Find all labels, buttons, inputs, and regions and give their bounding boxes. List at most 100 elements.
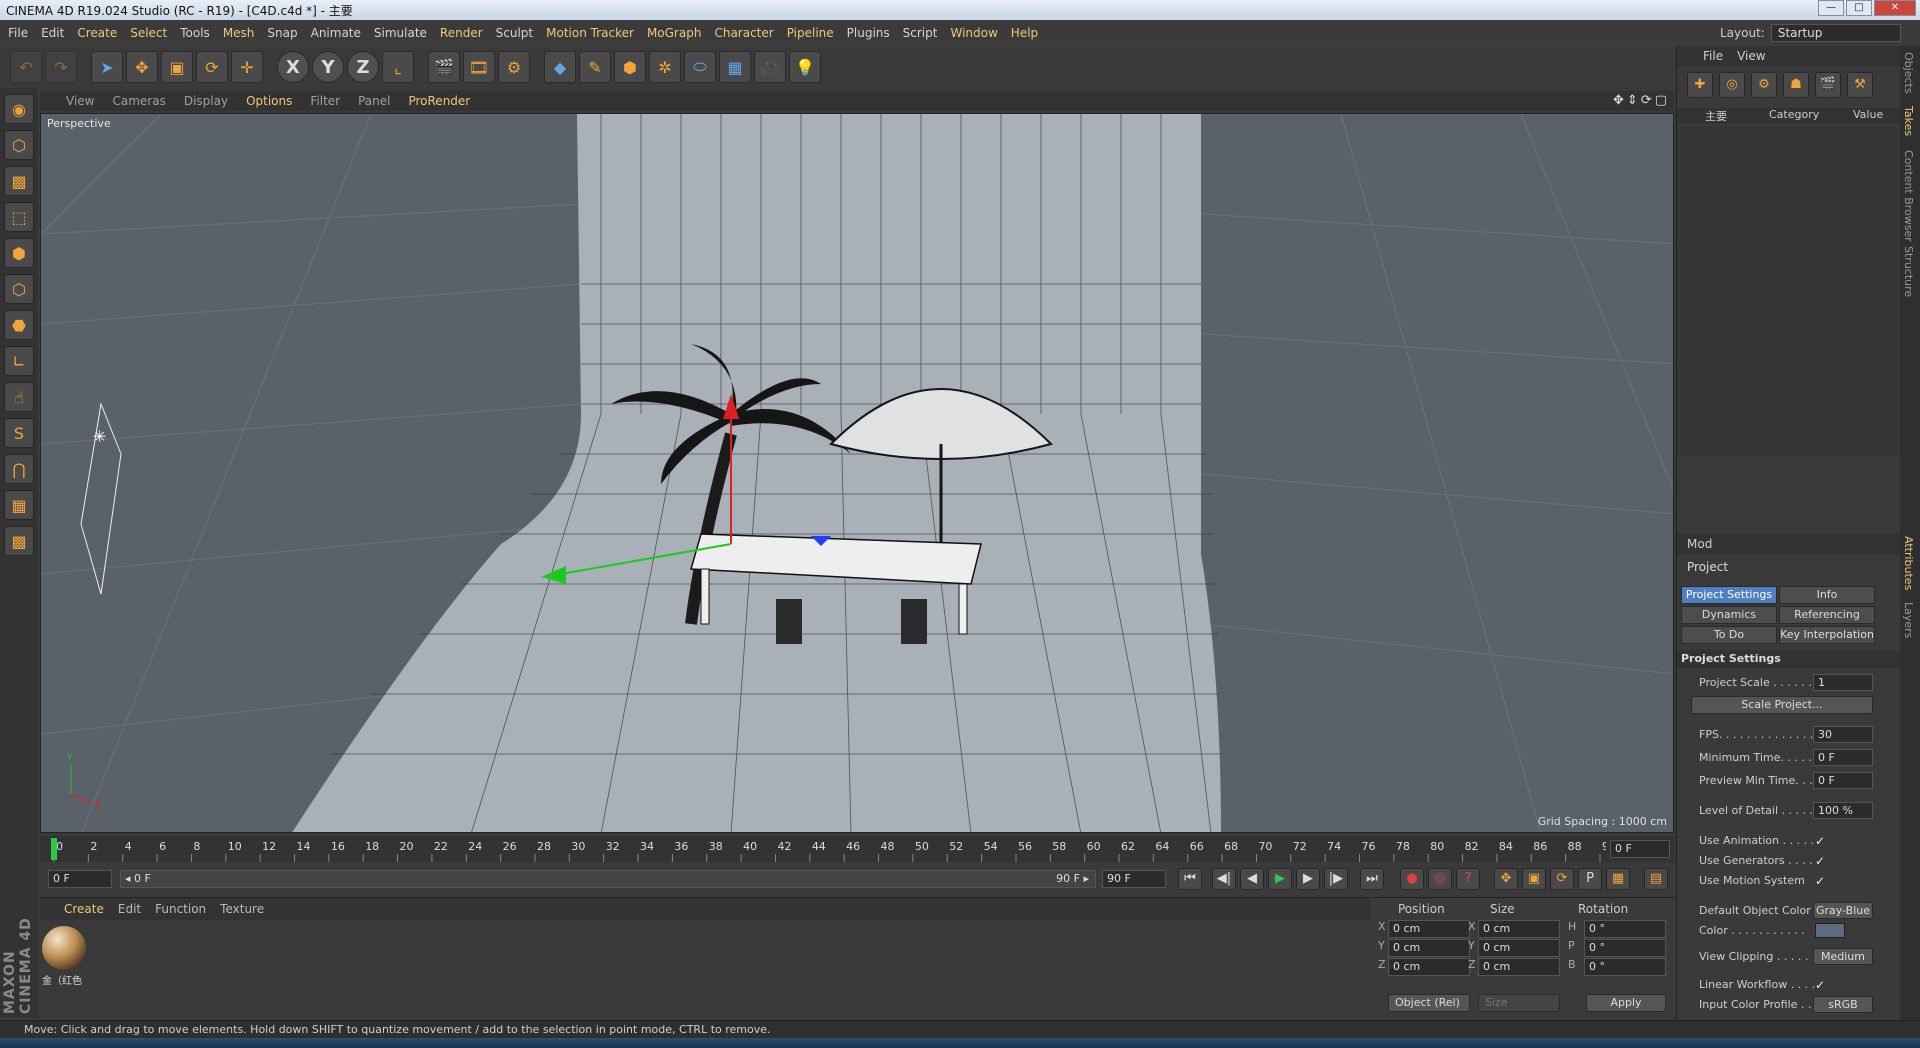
snap-icon[interactable]: S — [4, 418, 34, 448]
viewport-menu-view[interactable]: View — [66, 94, 94, 108]
autokey-icon[interactable]: ◎ — [1428, 868, 1452, 890]
subdivision-surface-icon[interactable]: ⬢ — [614, 51, 646, 83]
tab-referencing[interactable]: Referencing — [1779, 606, 1875, 624]
select-tool-icon[interactable]: ➤ — [91, 51, 123, 83]
next-frame-icon[interactable]: ▶ — [1296, 868, 1320, 890]
workplane-icon[interactable]: ⬚ — [4, 202, 34, 232]
keyframe-selection-icon[interactable]: ? — [1456, 868, 1480, 890]
tab-project-settings[interactable]: Project Settings — [1681, 586, 1777, 604]
objects-menu-file[interactable]: File — [1703, 49, 1723, 63]
material-menu-edit[interactable]: Edit — [118, 902, 141, 916]
coordinate-mode-dropdown[interactable]: Object (Rel) — [1388, 994, 1470, 1012]
play-icon[interactable]: ▶ — [1268, 868, 1292, 890]
cloner-icon[interactable]: ✲ — [649, 51, 681, 83]
prev-key-icon[interactable]: ◀| — [1212, 868, 1236, 890]
min-time-field[interactable]: 0 F — [1813, 749, 1873, 766]
x-axis-lock-icon[interactable]: X — [277, 51, 309, 83]
menu-edit[interactable]: Edit — [41, 26, 64, 40]
pen-spline-icon[interactable]: ✎ — [579, 51, 611, 83]
take-clapper-icon[interactable]: 🎬 — [1815, 72, 1841, 98]
record-parameter-icon[interactable]: P — [1578, 868, 1602, 890]
minimize-button[interactable]: — — [1818, 0, 1844, 16]
layout-dropdown[interactable]: Startup — [1770, 24, 1901, 42]
menu-help[interactable]: Help — [1011, 26, 1038, 40]
viewport-menu-display[interactable]: Display — [184, 94, 228, 108]
camera-icon[interactable]: 🎥 — [754, 51, 786, 83]
start-frame-field[interactable]: 0 F — [48, 870, 112, 888]
menu-character[interactable]: Character — [714, 26, 773, 40]
menu-create[interactable]: Create — [77, 26, 117, 40]
close-button[interactable]: ✕ — [1874, 0, 1916, 16]
perspective-viewport[interactable]: ✳ Y X Perspective Grid Spacing : 1000 cm — [40, 113, 1674, 833]
quantize-icon[interactable]: ▩ — [4, 526, 34, 556]
timeline-ruler[interactable]: 0 2 4 6 8 10 12 14 16 18 20 22 24 26 28 30 32 34 36 38 40 42 4… — [40, 836, 1674, 862]
use-motion-checkbox[interactable]: ✓ — [1815, 874, 1825, 888]
tab-to-do[interactable]: To Do — [1681, 626, 1777, 644]
lod-field[interactable]: 100 % — [1813, 802, 1873, 819]
tab-dynamics[interactable]: Dynamics — [1681, 606, 1777, 624]
take-lock-icon[interactable]: ⚒ — [1847, 72, 1873, 98]
menu-file[interactable]: File — [8, 26, 28, 40]
goto-end-icon[interactable]: ⏭ — [1360, 868, 1384, 890]
apply-button[interactable]: Apply — [1586, 994, 1666, 1012]
playhead-marker[interactable] — [51, 838, 57, 860]
end-frame-field[interactable]: 90 F — [1102, 870, 1166, 888]
frame-range-slider[interactable]: ◂ 0 F 90 F ▸ — [120, 870, 1096, 888]
tab-key-interpolation[interactable]: Key Interpolation — [1779, 626, 1875, 644]
record-icon[interactable]: ● — [1400, 868, 1424, 890]
take-render-icon[interactable]: ☗ — [1783, 72, 1809, 98]
rotate-tool-icon[interactable]: ⟳ — [196, 51, 228, 83]
prev-frame-icon[interactable]: ◀ — [1240, 868, 1264, 890]
viewport-menu-cameras[interactable]: Cameras — [112, 94, 165, 108]
side-tab-takes[interactable]: Takes — [1902, 106, 1915, 136]
material-menu-function[interactable]: Function — [155, 902, 206, 916]
menu-animate[interactable]: Animate — [311, 26, 361, 40]
z-axis-lock-icon[interactable]: Z — [347, 51, 379, 83]
size-field[interactable]: 0 cm — [1478, 939, 1560, 957]
model-mode-icon[interactable]: ⬡ — [4, 130, 34, 160]
use-animation-checkbox[interactable]: ✓ — [1815, 834, 1825, 848]
coordinate-system-icon[interactable]: ⌞ — [382, 51, 414, 83]
takes-list[interactable] — [1677, 126, 1900, 456]
y-axis-lock-icon[interactable]: Y — [312, 51, 344, 83]
position-field[interactable]: 0 cm — [1388, 939, 1470, 957]
side-tab-objects[interactable]: Objects — [1902, 52, 1915, 94]
menu-plugins[interactable]: Plugins — [847, 26, 890, 40]
menu-mograph[interactable]: MoGraph — [647, 26, 702, 40]
material-thumbnail[interactable] — [42, 926, 86, 970]
menu-window[interactable]: Window — [950, 26, 997, 40]
viewport-navigation-icons[interactable]: ✥⇕⟳▢ — [1613, 93, 1670, 108]
size-field[interactable]: 0 cm — [1478, 920, 1560, 938]
deformer-icon[interactable]: ⬭ — [684, 51, 716, 83]
workplane-lock-icon[interactable]: ▦ — [4, 490, 34, 520]
menu-pipeline[interactable]: Pipeline — [787, 26, 834, 40]
rotation-field[interactable]: 0 ° — [1584, 958, 1666, 976]
record-position-icon[interactable]: ✥ — [1494, 868, 1518, 890]
tab-info[interactable]: Info — [1779, 586, 1875, 604]
floor-icon[interactable]: ▦ — [719, 51, 751, 83]
cube-object-icon[interactable]: ◆ — [544, 51, 576, 83]
material-menu-create[interactable]: Create — [64, 902, 104, 916]
size-field[interactable]: 0 cm — [1478, 958, 1560, 976]
undo-icon[interactable]: ↶ — [10, 51, 42, 83]
menu-select[interactable]: Select — [130, 26, 167, 40]
axis-mode-icon[interactable]: ∟ — [4, 346, 34, 376]
rotation-field[interactable]: 0 ° — [1584, 939, 1666, 957]
menu-motion-tracker[interactable]: Motion Tracker — [546, 26, 634, 40]
take-new-icon[interactable]: ✚ — [1687, 72, 1713, 98]
side-tab-content-browser[interactable]: Content Browser — [1902, 150, 1915, 242]
polygons-mode-icon[interactable]: ⬣ — [4, 310, 34, 340]
texture-mode-icon[interactable]: ▩ — [4, 166, 34, 196]
take-override-icon[interactable]: ◎ — [1719, 72, 1745, 98]
menu-snap[interactable]: Snap — [267, 26, 297, 40]
goto-start-icon[interactable]: ⏮ — [1178, 868, 1202, 890]
viewport-menu-panel[interactable]: Panel — [358, 94, 390, 108]
record-rotation-icon[interactable]: ⟳ — [1550, 868, 1574, 890]
magnet-icon[interactable]: ⋂ — [4, 454, 34, 484]
attributes-menu[interactable]: Mod — [1677, 534, 1900, 554]
render-settings-icon[interactable]: ⚙ — [498, 51, 530, 83]
timeline-ticks[interactable]: 0 2 4 6 8 10 12 14 16 18 20 22 24 26 28 30 32 34 36 38 40 42 4… — [48, 836, 1606, 862]
side-tab-attributes[interactable]: Attributes — [1902, 536, 1915, 590]
side-tab-structure[interactable]: Structure — [1902, 246, 1915, 297]
take-auto-icon[interactable]: ⚙ — [1751, 72, 1777, 98]
